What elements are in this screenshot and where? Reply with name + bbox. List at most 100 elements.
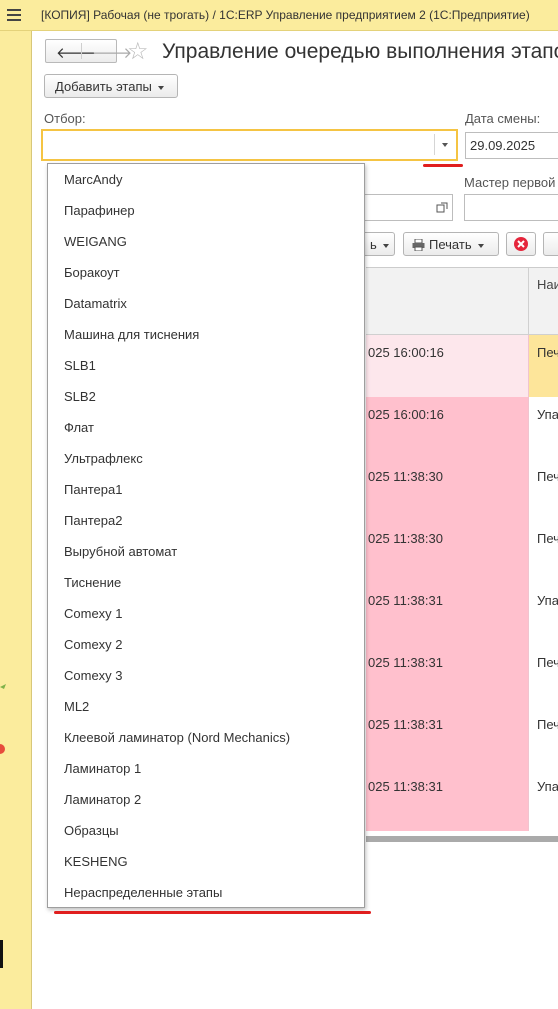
back-arrow-icon[interactable]: 🡐 — [56, 43, 96, 62]
cell-name[interactable]: Упа — [528, 769, 558, 831]
time-text: 025 11:38:31 — [368, 593, 443, 608]
table-row[interactable]: 025 11:38:31 Печ — [366, 645, 558, 707]
dropdown-item[interactable]: Парафинер — [64, 203, 135, 218]
name-text: Печ — [537, 345, 558, 360]
dropdown-item[interactable]: Пантера2 — [64, 513, 122, 528]
table-row[interactable]: 025 11:38:30 Печ — [366, 521, 558, 583]
dropdown-item[interactable]: Машина для тиснения — [64, 327, 199, 342]
dropdown-item[interactable]: MarcAndy — [64, 172, 123, 187]
dropdown-item[interactable]: Нераспределенные этапы — [64, 885, 222, 900]
dropdown-item[interactable]: SLB1 — [64, 358, 96, 373]
cell-name[interactable]: Печ — [528, 521, 558, 583]
print-button[interactable]: Печать — [403, 232, 499, 256]
cell-name[interactable]: Печ — [528, 645, 558, 707]
cell-time[interactable]: 025 11:38:30 — [366, 459, 528, 521]
delete-button[interactable] — [506, 232, 536, 256]
dropdown-item[interactable]: Datamatrix — [64, 296, 127, 311]
column-header-name[interactable]: Наи — [537, 277, 558, 292]
time-text: 025 11:38:30 — [368, 469, 443, 484]
master-label: Мастер первой — [464, 175, 556, 190]
cell-time[interactable]: 025 16:00:16 — [366, 335, 528, 397]
status-dot-icon — [0, 744, 5, 754]
add-stages-button[interactable]: Добавить этапы — [44, 74, 178, 98]
name-text: Печ — [537, 717, 558, 732]
open-icon[interactable] — [436, 202, 448, 214]
panel-marker — [0, 940, 3, 968]
filter-select[interactable] — [41, 129, 458, 161]
sections-panel — [0, 31, 32, 1009]
cell-name[interactable]: Упа — [528, 397, 558, 459]
dropdown-item[interactable]: Ламинатор 2 — [64, 792, 141, 807]
dropdown-item[interactable]: ML2 — [64, 699, 89, 714]
shift-date-field[interactable]: 29.09.2025 — [465, 132, 558, 159]
name-text: Печ — [537, 655, 558, 670]
table-header: Наи — [366, 268, 558, 335]
table-row[interactable]: 025 16:00:16 Печ — [366, 335, 558, 397]
dropdown-item[interactable]: WEIGANG — [64, 234, 127, 249]
column-separator — [528, 268, 529, 335]
annotation-underline-last-item — [54, 911, 371, 914]
dropdown-item[interactable]: Пантера1 — [64, 482, 122, 497]
cell-time[interactable]: 025 16:00:16 — [366, 397, 528, 459]
name-text: Печ — [537, 531, 558, 546]
dropdown-item[interactable]: Клеевой ламинатор (Nord Mechanics) — [64, 730, 290, 745]
title-bar: [КОПИЯ] Рабочая (не трогать) / 1С:ERP Уп… — [0, 0, 558, 31]
cell-name[interactable]: Печ — [528, 335, 558, 397]
horizontal-scrollbar[interactable] — [366, 836, 558, 842]
filter-label: Отбор: — [44, 111, 86, 126]
cell-time[interactable]: 025 11:38:31 — [366, 707, 528, 769]
table-row[interactable]: 025 11:38:31 Упа — [366, 769, 558, 831]
dropdown-item[interactable]: KESHENG — [64, 854, 128, 869]
dropdown-item[interactable]: Вырубной автомат — [64, 544, 177, 559]
filter-dropdown-button[interactable] — [434, 134, 454, 155]
dropdown-item[interactable]: Ультрафлекс — [64, 451, 143, 466]
more-actions-label: ь — [370, 237, 377, 252]
nav-separator — [81, 43, 82, 59]
cell-name[interactable]: Печ — [528, 707, 558, 769]
table-row[interactable]: 025 11:38:30 Печ — [366, 459, 558, 521]
dropdown-item[interactable]: Ламинатор 1 — [64, 761, 141, 776]
table-row[interactable]: 025 16:00:16 Упа — [366, 397, 558, 459]
dropdown-item[interactable]: Comexy 3 — [64, 668, 123, 683]
dropdown-item[interactable]: Comexy 2 — [64, 637, 123, 652]
add-stages-label: Добавить этапы — [55, 79, 152, 94]
chevron-down-icon — [382, 243, 389, 248]
shift-date-value: 29.09.2025 — [470, 138, 536, 153]
print-label: Печать — [429, 237, 472, 252]
cell-time[interactable]: 025 11:38:31 — [366, 645, 528, 707]
leaf-icon — [0, 684, 6, 689]
app-title: [КОПИЯ] Рабочая (не трогать) / 1С:ERP Уп… — [41, 8, 530, 22]
dropdown-item[interactable]: Comexy 1 — [64, 606, 123, 621]
name-text: Упа — [537, 593, 558, 608]
stages-table: Наи 025 16:00:16 Печ 025 16:00:16 Упа 025 11… — [366, 267, 558, 842]
chevron-down-icon — [477, 243, 484, 248]
dropdown-item[interactable]: Тиснение — [64, 575, 121, 590]
chevron-down-icon — [157, 85, 164, 90]
printer-icon — [412, 238, 425, 252]
dropdown-item[interactable]: SLB2 — [64, 389, 96, 404]
name-text: Упа — [537, 407, 558, 422]
time-text: 025 11:38:30 — [368, 531, 443, 546]
cell-time[interactable]: 025 11:38:31 — [366, 769, 528, 831]
favorite-star-icon[interactable]: ☆ — [127, 37, 149, 66]
cell-name[interactable]: Упа — [528, 583, 558, 645]
hamburger-menu-icon[interactable] — [7, 9, 21, 21]
dropdown-item[interactable]: Флат — [64, 420, 94, 435]
time-text: 025 11:38:31 — [368, 655, 443, 670]
second-field[interactable] — [353, 194, 453, 221]
table-row[interactable]: 025 11:38:31 Упа — [366, 583, 558, 645]
cell-name[interactable]: Печ — [528, 459, 558, 521]
name-text: Упа — [537, 779, 558, 794]
filter-dropdown-list: MarcAndy Парафинер WEIGANG Боракоут Datamatr… — [47, 163, 365, 908]
page-title: Управление очередью выполнения этапов — [162, 40, 558, 63]
shift-date-label: Дата смены: — [465, 111, 541, 126]
dropdown-item[interactable]: Образцы — [64, 823, 119, 838]
master-field[interactable] — [464, 194, 558, 221]
navigation-buttons: 🡐 🡒 — [45, 39, 132, 63]
partial-button[interactable] — [543, 232, 558, 256]
dropdown-item[interactable]: Боракоут — [64, 265, 120, 280]
cell-time[interactable]: 025 11:38:31 — [366, 583, 528, 645]
time-text: 025 11:38:31 — [368, 717, 443, 732]
cell-time[interactable]: 025 11:38:30 — [366, 521, 528, 583]
table-row[interactable]: 025 11:38:31 Печ — [366, 707, 558, 769]
